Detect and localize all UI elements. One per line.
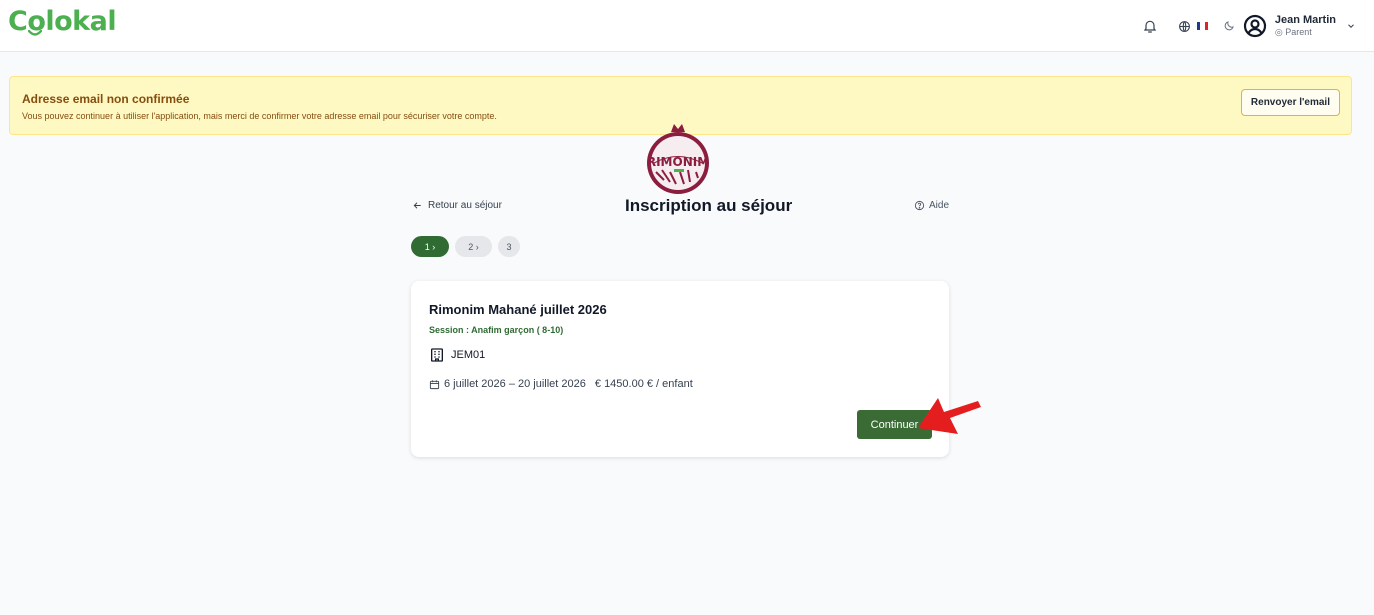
calendar-icon xyxy=(429,379,440,389)
red-arrow-annotation xyxy=(918,398,981,434)
page-title: Inscription au séjour xyxy=(625,196,793,215)
help-link[interactable]: Aide xyxy=(914,200,949,211)
alert-title: Adresse email non confirmée xyxy=(22,92,190,106)
stepper: 1 › 2 › 3 xyxy=(411,236,526,257)
stay-dates: 6 juillet 2026 – 20 juillet 2026 xyxy=(444,378,586,390)
logo-smile-icon xyxy=(28,30,42,36)
user-circle-icon xyxy=(1243,14,1266,38)
back-to-stay-link[interactable]: Retour au séjour xyxy=(412,200,502,211)
language-selector[interactable] xyxy=(1178,20,1209,33)
flag-fr-icon xyxy=(1196,22,1209,30)
chevron-down-icon xyxy=(1348,24,1354,28)
building-icon xyxy=(431,348,443,362)
resend-email-button[interactable]: Renvoyer l'email xyxy=(1240,89,1340,116)
stay-card: Rimonim Mahané juillet 2026 Session : An… xyxy=(411,281,949,457)
bell-icon[interactable] xyxy=(1142,18,1158,34)
header-actions: Jean Martin ◎ Parent xyxy=(1142,8,1356,44)
stay-price: € 1450.00 € / enfant xyxy=(594,378,693,390)
app-logo[interactable]: Colokal xyxy=(8,6,117,37)
user-role: ◎ Parent xyxy=(1274,27,1312,37)
session-label: Session : Anafim garçon ( 8-10) xyxy=(429,325,564,335)
moon-icon[interactable] xyxy=(1223,20,1235,32)
arrow-left-icon xyxy=(413,202,421,209)
stay-code: JEM01 xyxy=(429,347,485,363)
user-menu[interactable]: Jean Martin ◎ Parent xyxy=(1243,14,1356,38)
user-name: Jean Martin xyxy=(1274,14,1336,26)
globe-icon xyxy=(1178,20,1190,32)
alert-text: Vous pouvez continuer à utiliser l'appli… xyxy=(22,111,497,121)
stay-meta: 6 juillet 2026 – 20 juillet 2026 € 1450.… xyxy=(429,378,693,390)
stay-title: Rimonim Mahané juillet 2026 xyxy=(429,302,607,317)
step-2[interactable]: 2 › xyxy=(455,236,492,257)
emblem-text: RIMONIM xyxy=(647,155,709,169)
rimonim-emblem: RIMONIM xyxy=(647,124,709,194)
top-bar: Colokal Jean Martin ◎ Parent xyxy=(0,0,1374,52)
help-circle-icon xyxy=(914,200,925,211)
step-3[interactable]: 3 xyxy=(498,236,520,257)
step-1[interactable]: 1 › xyxy=(411,236,449,257)
